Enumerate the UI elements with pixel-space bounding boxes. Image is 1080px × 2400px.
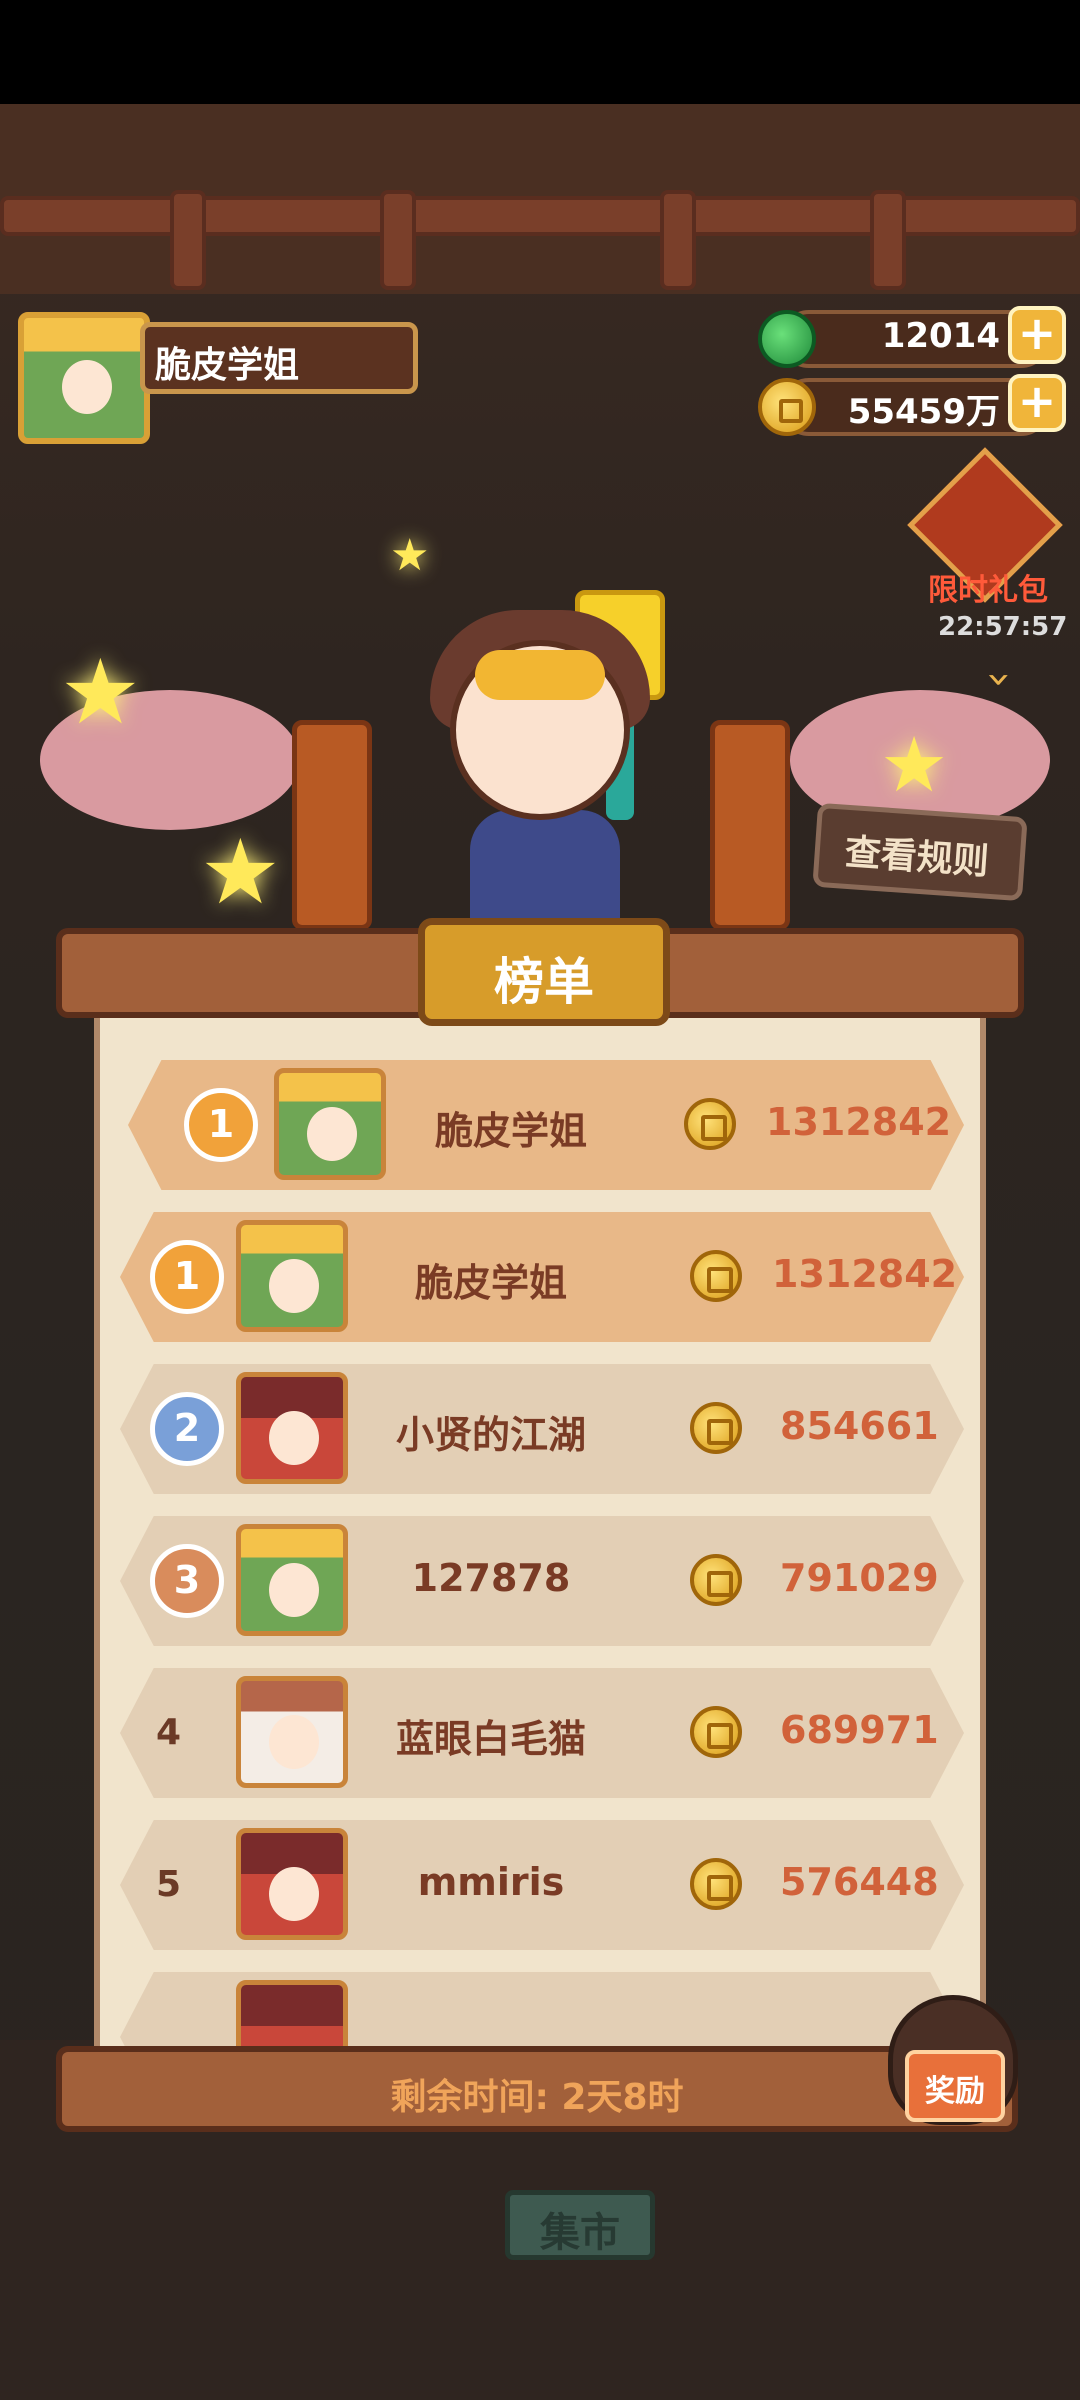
leaderboard-row[interactable]: 4 蓝眼白毛猫 689971 [120, 1668, 964, 1798]
view-rules-label[interactable]: 查看规则 [843, 823, 991, 885]
leaderboard-row[interactable]: 3 127878 791029 [120, 1516, 964, 1646]
rank-number: 4 [156, 1712, 182, 1753]
gold-medal-icon: 1 [150, 1240, 224, 1314]
roof-post [170, 190, 206, 290]
score: 689971 [780, 1708, 939, 1752]
gem-amount: 12014 [881, 316, 1000, 356]
rank-number: 5 [156, 1864, 182, 1905]
coin-icon [758, 378, 816, 436]
pillar [292, 720, 372, 930]
silver-medal-icon: 2 [150, 1392, 224, 1466]
gem-icon [758, 310, 816, 368]
roof-post [660, 190, 696, 290]
score: 791029 [780, 1556, 939, 1600]
roof-post [380, 190, 416, 290]
player-name: 脆皮学姐 [155, 345, 300, 386]
score: 576448 [780, 1860, 939, 1904]
leaderboard-row-partial [120, 1972, 964, 2050]
gift-timer: 22:57:57 [938, 612, 1068, 642]
remaining-time: 剩余时间: 2天8时 [390, 2077, 684, 2118]
star-icon: ★ [880, 720, 949, 809]
leaderboard-row[interactable]: 1 脆皮学姐 1312842 [120, 1212, 964, 1342]
coin-icon [690, 1858, 742, 1910]
coin-amount: 55459万 [847, 392, 1000, 432]
gift-label[interactable]: 限时礼包 [928, 565, 1048, 609]
roof-beam [0, 196, 1080, 236]
coin-icon [690, 1250, 742, 1302]
coin-icon [684, 1098, 736, 1150]
score: 1312842 [772, 1252, 958, 1296]
leaderboard-row[interactable]: 2 小贤的江湖 854661 [120, 1364, 964, 1494]
avatar[interactable] [236, 1828, 348, 1940]
player-name: 脆皮学姐 [414, 1261, 567, 1305]
market-label: 集市 [540, 2210, 620, 2256]
player-name: 127878 [411, 1556, 571, 1600]
star-icon: ★ [200, 820, 281, 925]
player-avatar[interactable] [18, 312, 150, 444]
avatar[interactable] [236, 1676, 348, 1788]
avatar[interactable] [236, 1220, 348, 1332]
avatar [236, 1980, 348, 2050]
roof-post [870, 190, 906, 290]
coin-icon [690, 1402, 742, 1454]
board-title: 榜单 [494, 953, 594, 1011]
character-crown [475, 650, 605, 700]
my-rank-row: 1 脆皮学姐 1312842 [128, 1060, 964, 1190]
player-name: 蓝眼白毛猫 [395, 1717, 586, 1761]
gold-medal-icon: 1 [184, 1088, 258, 1162]
player-name: 脆皮学姐 [434, 1109, 587, 1153]
player-name: mmiris [417, 1860, 565, 1904]
score: 1312842 [766, 1100, 952, 1144]
add-coins-button[interactable]: + [1008, 374, 1066, 432]
chevron-down-icon[interactable]: › [976, 671, 1025, 688]
star-icon: ★ [390, 530, 430, 581]
add-gems-button[interactable]: + [1008, 306, 1066, 364]
avatar[interactable] [274, 1068, 386, 1180]
score: 854661 [780, 1404, 939, 1448]
top-bar [0, 0, 1080, 104]
player-name: 小贤的江湖 [395, 1413, 586, 1457]
star-icon: ★ [60, 640, 141, 745]
leaderboard-panel: 1 脆皮学姐 1312842 1 脆皮学姐 1312842 2 小贤的江湖 85… [94, 1010, 986, 2050]
coin-icon [690, 1554, 742, 1606]
coin-icon [690, 1706, 742, 1758]
leaderboard-row[interactable]: 5 mmiris 576448 [120, 1820, 964, 1950]
bronze-medal-icon: 3 [150, 1544, 224, 1618]
reward-label[interactable]: 奖励 [905, 2066, 1005, 2110]
avatar[interactable] [236, 1524, 348, 1636]
pillar [710, 720, 790, 930]
avatar[interactable] [236, 1372, 348, 1484]
